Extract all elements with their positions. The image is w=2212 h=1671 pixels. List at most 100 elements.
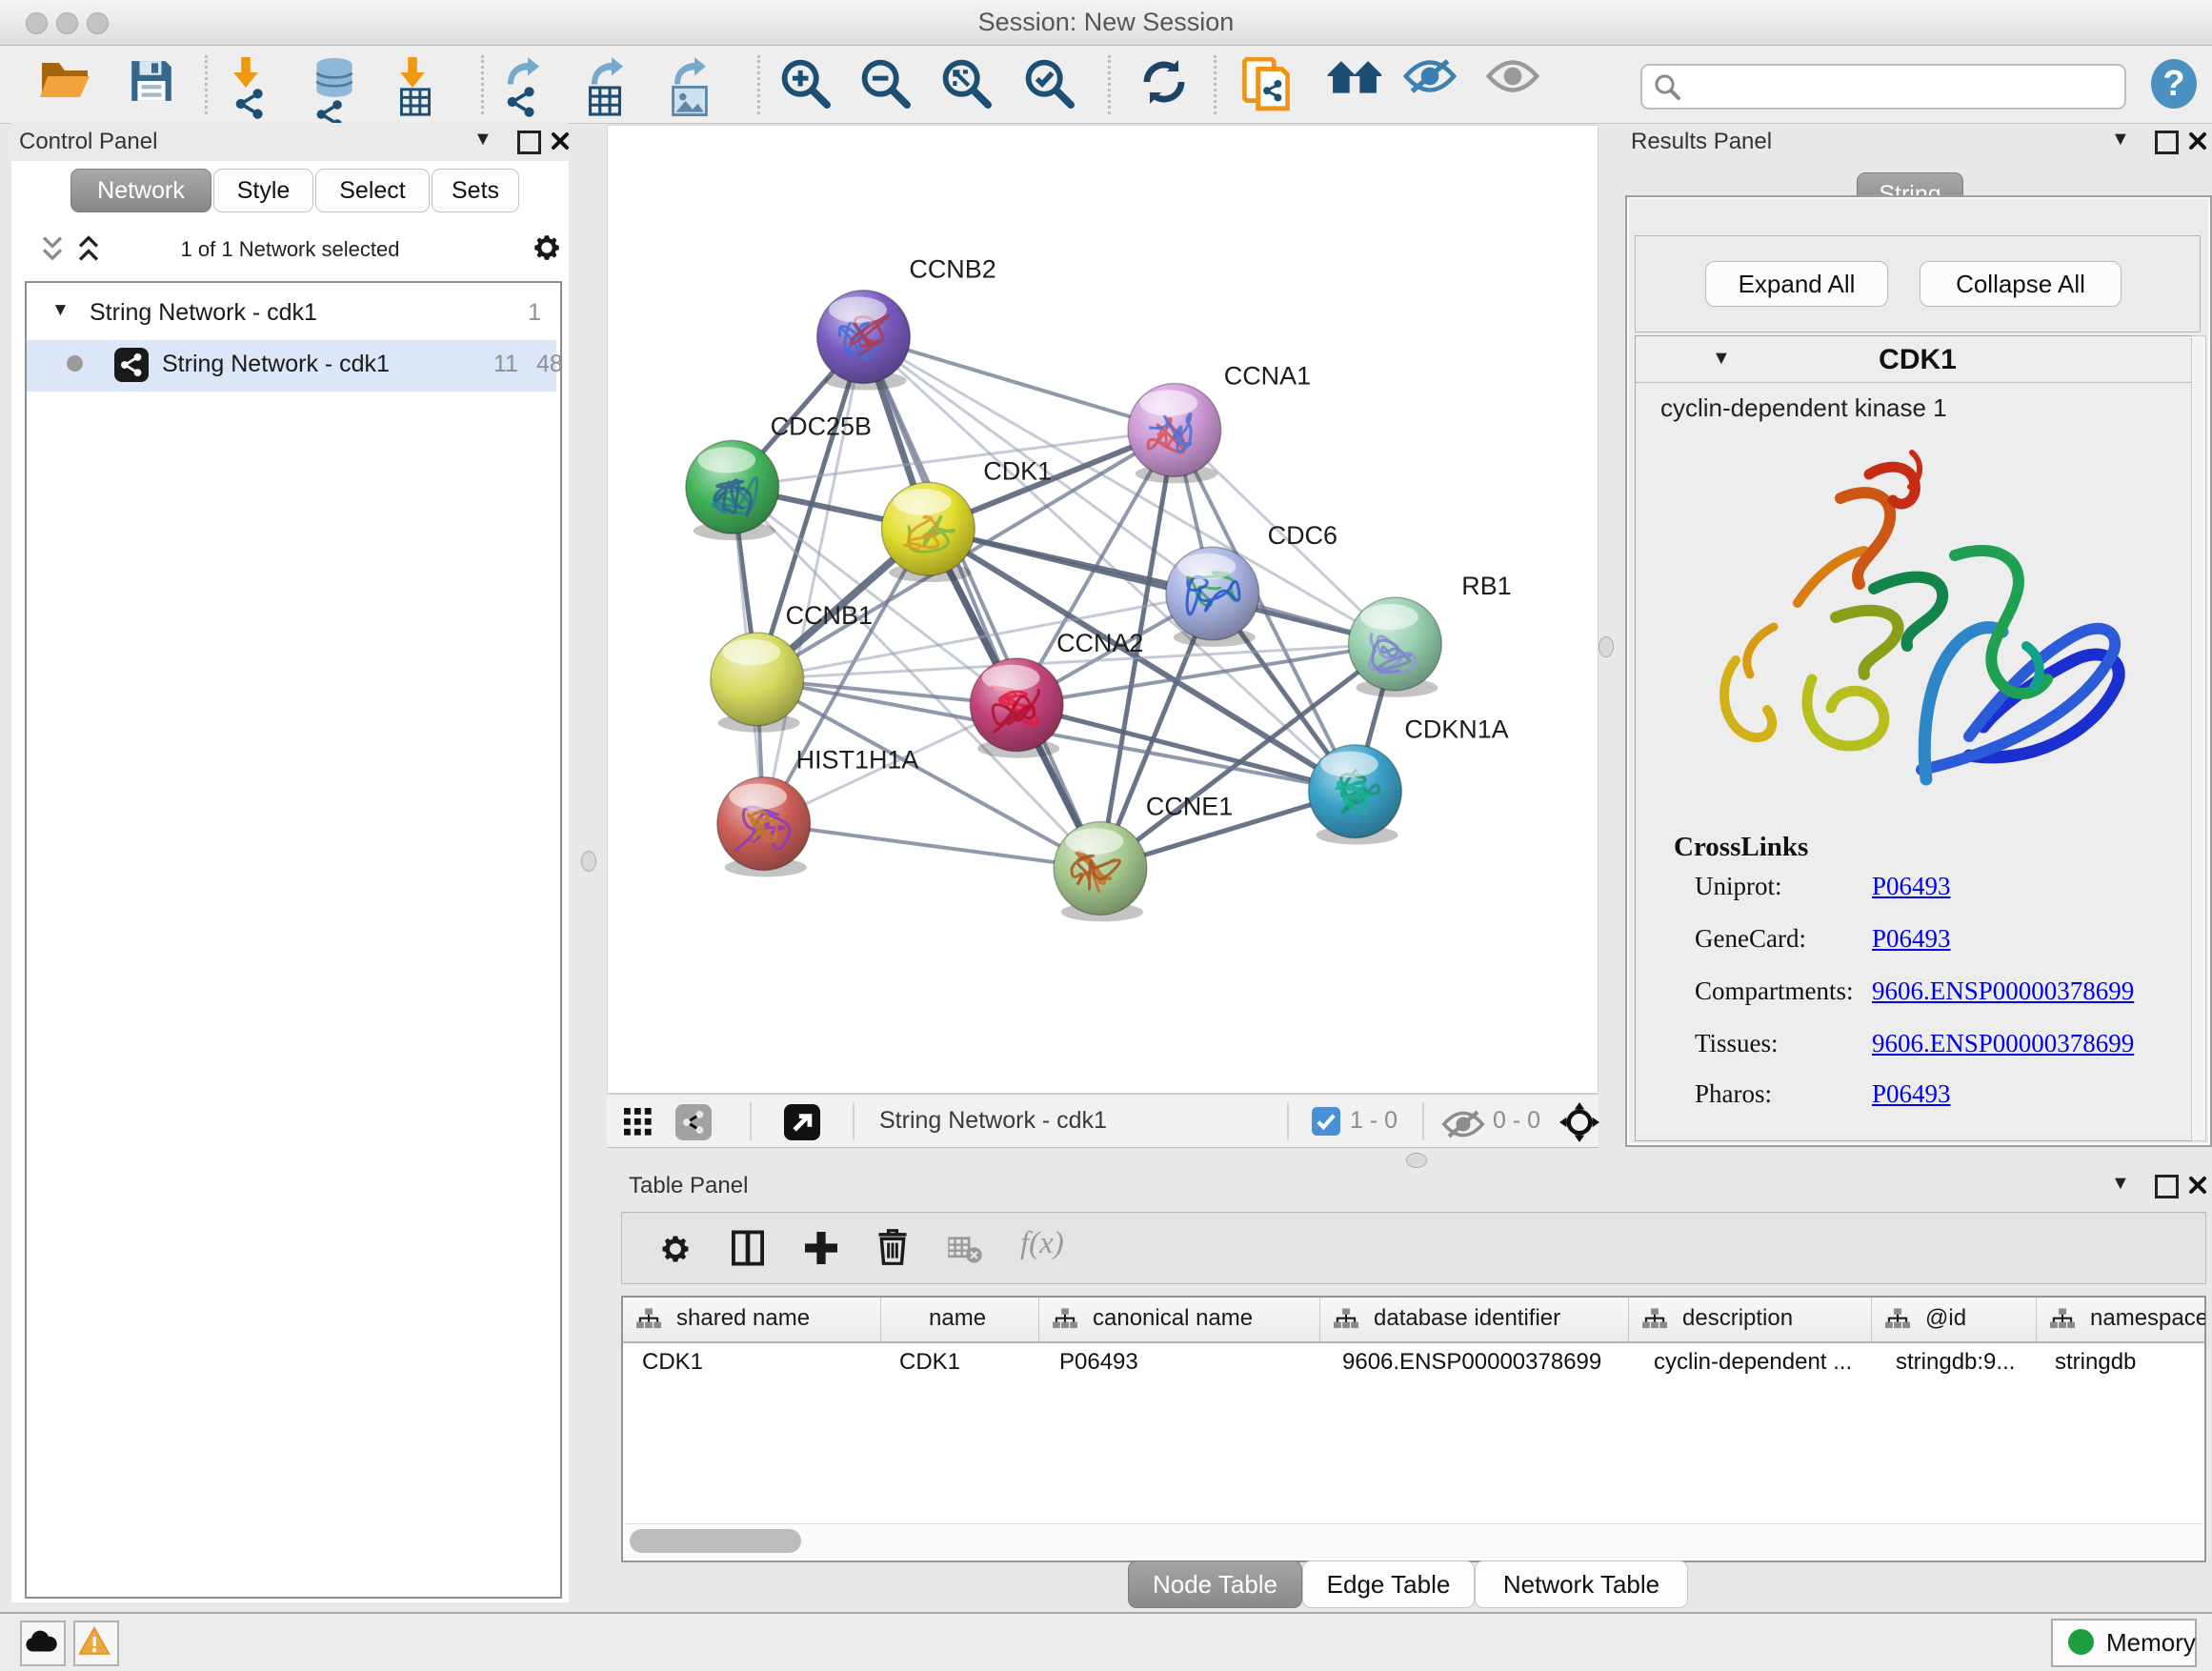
import-network-database-icon[interactable] xyxy=(314,57,370,112)
birds-eye-view-icon[interactable] xyxy=(675,1104,712,1140)
help-icon[interactable]: ? xyxy=(2151,59,2197,109)
open-session-icon[interactable] xyxy=(38,57,93,112)
tab-node-table[interactable]: Node Table xyxy=(1128,1560,1302,1608)
left-splitter-handle[interactable] xyxy=(581,851,596,872)
export-image-icon[interactable] xyxy=(672,57,727,112)
network-tree: ▼ String Network - cdk1 1 String Network… xyxy=(25,281,562,1599)
crosslink-link[interactable]: P06493 xyxy=(1872,924,1951,954)
table-options-gear-icon[interactable] xyxy=(658,1232,693,1266)
hidden-node-edge-counts: 0 - 0 xyxy=(1493,1107,1540,1135)
table-horizontal-scrollbar[interactable] xyxy=(625,1523,2202,1559)
network-options-gear-icon[interactable] xyxy=(531,232,563,264)
delete-column-icon[interactable] xyxy=(877,1228,908,1266)
fit-selected-crosshair-icon[interactable] xyxy=(1559,1102,1599,1142)
memory-status-dot xyxy=(2068,1629,2094,1655)
crosslink-link[interactable]: 9606.ENSP00000378699 xyxy=(1872,976,2134,1006)
tab-network-table[interactable]: Network Table xyxy=(1475,1560,1688,1608)
column-header[interactable]: description xyxy=(1628,1298,1872,1341)
protein-structure-image xyxy=(1683,441,2160,813)
network-node-count: 11 xyxy=(493,351,518,378)
cloud-status-button[interactable] xyxy=(20,1621,66,1666)
selected-checkbox-icon[interactable] xyxy=(1312,1107,1340,1136)
cell-canonical-name: P06493 xyxy=(1059,1349,1312,1376)
control-panel-title: Control Panel xyxy=(19,129,157,155)
toolbar-separator xyxy=(205,55,208,114)
zoom-in-icon[interactable] xyxy=(779,57,835,112)
warning-status-button[interactable] xyxy=(73,1621,119,1666)
table-panel-float-icon[interactable] xyxy=(2155,1175,2179,1198)
collapse-all-button[interactable]: Collapse All xyxy=(1920,261,2122,307)
column-header[interactable]: @id xyxy=(1871,1298,2037,1341)
toolbar-separator xyxy=(481,55,484,114)
tab-select[interactable]: Select xyxy=(315,169,430,212)
table-panel-close-icon[interactable] xyxy=(2188,1176,2207,1195)
column-header[interactable]: canonical name xyxy=(1038,1298,1320,1341)
control-panel-collapse-icon[interactable]: ▼ xyxy=(473,129,493,151)
zoom-out-icon[interactable] xyxy=(859,57,915,112)
hide-selected-icon[interactable] xyxy=(1403,57,1458,112)
bottom-splitter-handle[interactable] xyxy=(1406,1153,1427,1168)
zoom-fit-icon[interactable] xyxy=(940,57,995,112)
results-scrollbar[interactable] xyxy=(2191,335,2206,1141)
hidden-eye-slash-icon[interactable] xyxy=(1441,1110,1485,1138)
grid-view-icon[interactable] xyxy=(624,1108,653,1137)
export-network-icon[interactable] xyxy=(505,57,560,112)
control-panel-float-icon[interactable] xyxy=(517,131,541,154)
selected-node-edge-counts: 1 - 0 xyxy=(1350,1107,1398,1135)
crosslink-label: Tissues: xyxy=(1695,1029,1779,1058)
show-columns-icon[interactable] xyxy=(732,1230,764,1266)
results-panel-float-icon[interactable] xyxy=(2155,131,2179,154)
node-card-header[interactable]: ▼ CDK1 xyxy=(1636,336,2200,383)
tab-network[interactable]: Network xyxy=(70,169,211,212)
expand-collapse-bar: Expand All Collapse All xyxy=(1635,235,2201,332)
network-view-canvas[interactable]: CCNB2CCNA1CDC25BCDK1CDC6RB1CCNB1CCNA2CDK… xyxy=(607,125,1599,1094)
crosslink-link[interactable]: P06493 xyxy=(1872,1079,1951,1109)
tab-sets[interactable]: Sets xyxy=(432,169,519,212)
crosslink-link[interactable]: P06493 xyxy=(1872,872,1951,901)
column-header[interactable]: shared name xyxy=(623,1298,880,1341)
tree-expand-icon[interactable]: ▼ xyxy=(51,300,70,321)
crosslink-link[interactable]: 9606.ENSP00000378699 xyxy=(1872,1029,2134,1058)
string-results-container: Expand All Collapse All ▼ CDK1 cyclin-de… xyxy=(1625,195,2212,1147)
network-edge-count: 48 xyxy=(536,351,563,378)
control-panel-close-icon[interactable] xyxy=(551,131,570,151)
svg-text:CCNB2: CCNB2 xyxy=(909,255,995,284)
export-table-icon[interactable] xyxy=(589,57,644,112)
svg-text:CCNB1: CCNB1 xyxy=(786,601,873,630)
show-hidden-icon[interactable] xyxy=(1486,57,1541,112)
results-panel-close-icon[interactable] xyxy=(2188,131,2207,151)
expand-all-button[interactable]: Expand All xyxy=(1705,261,1888,307)
scrollbar-thumb[interactable] xyxy=(630,1529,801,1553)
import-table-file-icon[interactable] xyxy=(400,57,455,112)
results-panel-collapse-icon[interactable]: ▼ xyxy=(2111,129,2130,151)
search-field[interactable] xyxy=(1640,64,2126,110)
main-toolbar: ? xyxy=(0,46,2212,124)
save-session-icon[interactable] xyxy=(128,57,183,112)
memory-button[interactable]: Memory xyxy=(2051,1619,2197,1667)
network-row-selected[interactable]: String Network - cdk1 11 48 xyxy=(27,340,556,392)
copy-network-icon[interactable] xyxy=(1241,57,1297,112)
show-all-networks-icon[interactable] xyxy=(1326,57,1381,112)
tab-edge-table[interactable]: Edge Table xyxy=(1302,1560,1475,1608)
zoom-selected-icon[interactable] xyxy=(1023,57,1078,112)
status-bar: Memory xyxy=(0,1612,2212,1671)
table-panel-collapse-icon[interactable]: ▼ xyxy=(2111,1173,2130,1195)
refresh-icon[interactable] xyxy=(1139,57,1195,112)
function-builder-icon[interactable]: f(x) xyxy=(1020,1226,1064,1261)
sitemap-icon xyxy=(1053,1308,1077,1331)
detach-view-icon[interactable] xyxy=(784,1104,820,1140)
svg-text:CDKN1A: CDKN1A xyxy=(1404,715,1508,744)
network-collection-count: 1 xyxy=(528,299,541,327)
add-column-icon[interactable] xyxy=(805,1232,837,1264)
column-header[interactable]: namespace xyxy=(2036,1298,2205,1341)
column-header[interactable]: name xyxy=(880,1298,1039,1341)
import-network-file-icon[interactable] xyxy=(233,57,289,112)
delete-table-icon[interactable] xyxy=(948,1236,982,1264)
svg-text:CDC6: CDC6 xyxy=(1268,521,1337,550)
network-collection-row[interactable]: ▼ String Network - cdk1 1 xyxy=(27,289,556,340)
sitemap-icon xyxy=(1642,1308,1667,1331)
cell-id: stringdb:9... xyxy=(1896,1349,2034,1376)
search-input[interactable] xyxy=(1692,68,2115,102)
tab-style[interactable]: Style xyxy=(213,169,313,212)
column-header[interactable]: database identifier xyxy=(1319,1298,1629,1341)
